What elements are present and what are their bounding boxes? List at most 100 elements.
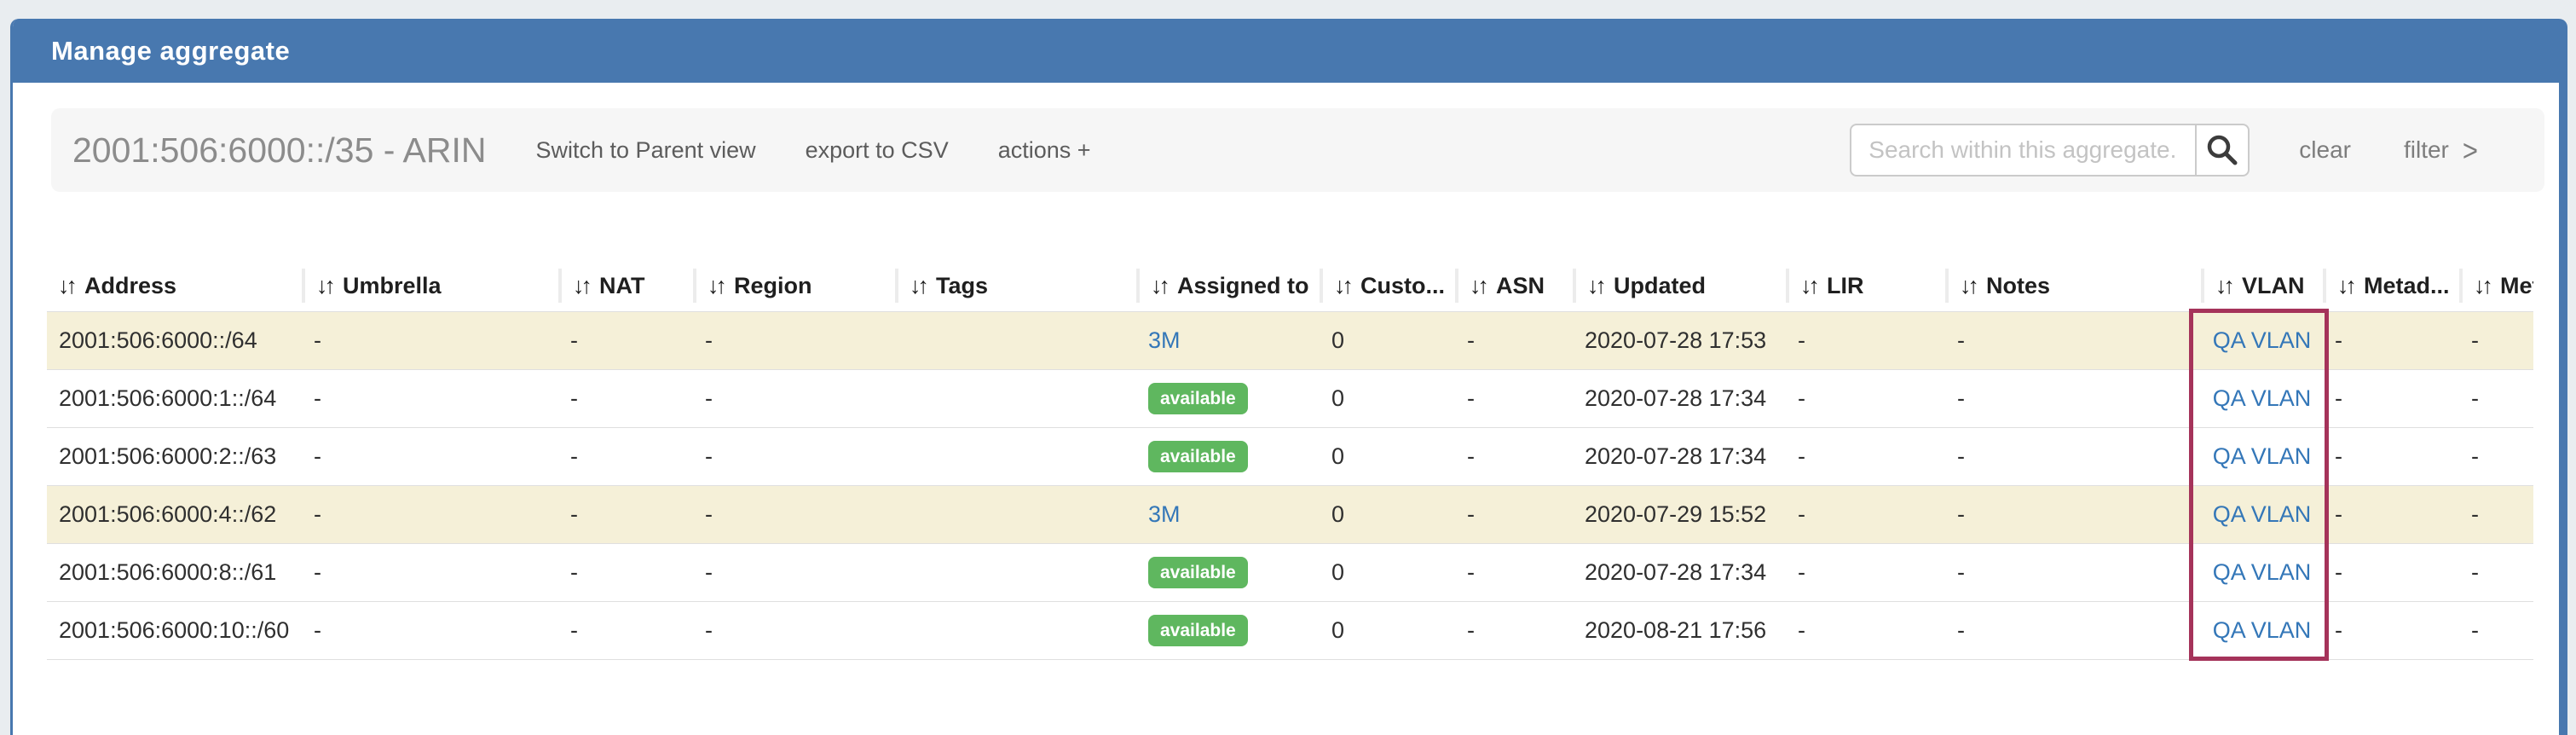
cell-nat: -: [558, 327, 693, 354]
cell-lir: -: [1786, 559, 1945, 586]
table-row-partial: [47, 659, 2533, 694]
aggregate-title: 2001:506:6000::/35 - ARIN: [72, 130, 487, 171]
column-label: Address: [84, 273, 176, 299]
vlan-link[interactable]: QA VLAN: [2213, 617, 2312, 644]
aggregate-toolbar: 2001:506:6000::/35 - ARIN Switch to Pare…: [51, 108, 2544, 192]
vlan-link[interactable]: QA VLAN: [2213, 501, 2312, 528]
cell-lir: -: [1786, 617, 1945, 644]
column-header-address[interactable]: ↓↑Address: [47, 269, 302, 303]
cell-metadata: -: [2323, 327, 2459, 354]
cell-umbrella: -: [302, 443, 558, 470]
cell-umbrella: -: [302, 501, 558, 528]
column-label: Metad...: [2500, 273, 2533, 299]
sort-icon: ↓↑: [1800, 273, 1816, 299]
cell-customer: 0: [1320, 501, 1455, 528]
cell-metadata: -: [2323, 617, 2459, 644]
assigned_to-link[interactable]: 3M: [1148, 327, 1181, 353]
search-group: [1850, 124, 2250, 177]
search-input[interactable]: [1850, 124, 2195, 177]
cell-region: -: [693, 501, 895, 528]
column-header-vlan[interactable]: ↓↑VLAN: [2201, 269, 2323, 303]
table-body: 2001:506:6000::/64---3M0-2020-07-28 17:5…: [47, 311, 2533, 694]
vlan-link[interactable]: QA VLAN: [2213, 443, 2312, 470]
cell-notes: -: [1945, 559, 2201, 586]
vlan-link[interactable]: QA VLAN: [2213, 385, 2312, 412]
manage-aggregate-panel: Manage aggregate 2001:506:6000::/35 - AR…: [10, 19, 2567, 735]
clear-link[interactable]: clear: [2299, 136, 2351, 164]
switch-to-parent-view-link[interactable]: Switch to Parent view: [536, 137, 756, 164]
filter-label: filter: [2404, 136, 2449, 164]
search-button[interactable]: [2195, 124, 2250, 177]
cell-updated: 2020-07-28 17:34: [1573, 559, 1786, 586]
status-badge: available: [1148, 383, 1248, 414]
cell-metadata2: -: [2459, 327, 2533, 354]
cell-assigned_to: available: [1136, 615, 1320, 646]
column-header-metadata[interactable]: ↓↑Metad...: [2323, 269, 2459, 303]
cell-nat: -: [558, 443, 693, 470]
cell-umbrella: -: [302, 385, 558, 412]
cell-asn: -: [1455, 617, 1573, 644]
cell-lir: -: [1786, 443, 1945, 470]
cell-assigned_to: available: [1136, 441, 1320, 472]
cell-region: -: [693, 617, 895, 644]
column-header-lir[interactable]: ↓↑LIR: [1786, 269, 1945, 303]
column-header-region[interactable]: ↓↑Region: [693, 269, 895, 303]
cell-asn: -: [1455, 327, 1573, 354]
column-label: VLAN: [2242, 273, 2305, 299]
export-to-csv-link[interactable]: export to CSV: [806, 137, 949, 164]
assigned_to-link[interactable]: 3M: [1148, 501, 1181, 527]
cell-assigned_to: available: [1136, 557, 1320, 588]
cell-assigned_to: 3M: [1136, 501, 1320, 528]
table-row: 2001:506:6000:8::/61---available0-2020-0…: [47, 543, 2533, 601]
sort-icon: ↓↑: [910, 273, 926, 299]
cell-region: -: [693, 559, 895, 586]
sort-icon: ↓↑: [573, 273, 589, 299]
cell-lir: -: [1786, 327, 1945, 354]
cell-notes: -: [1945, 385, 2201, 412]
vlan-link[interactable]: QA VLAN: [2213, 559, 2312, 586]
sort-icon: ↓↑: [1334, 273, 1350, 299]
cell-vlan: QA VLAN: [2201, 617, 2323, 644]
cell-address: 2001:506:6000::/64: [47, 327, 302, 354]
table-row: 2001:506:6000:1::/64---available0-2020-0…: [47, 369, 2533, 427]
cell-metadata: -: [2323, 385, 2459, 412]
column-label: Umbrella: [343, 273, 442, 299]
actions-menu-link[interactable]: actions +: [998, 137, 1091, 164]
cell-nat: -: [558, 559, 693, 586]
column-header-asn[interactable]: ↓↑ASN: [1455, 269, 1573, 303]
cell-metadata2: -: [2459, 617, 2533, 644]
column-header-updated[interactable]: ↓↑Updated: [1573, 269, 1786, 303]
column-label: NAT: [599, 273, 645, 299]
column-header-nat[interactable]: ↓↑ NAT: [558, 269, 693, 303]
vlan-link[interactable]: QA VLAN: [2213, 327, 2312, 354]
status-badge: available: [1148, 441, 1248, 472]
cell-vlan: QA VLAN: [2201, 385, 2323, 412]
table-row: 2001:506:6000:10::/60---available0-2020-…: [47, 601, 2533, 659]
cell-vlan: QA VLAN: [2201, 443, 2323, 470]
column-header-umbrella[interactable]: ↓↑ Umbrella: [302, 269, 558, 303]
cell-asn: -: [1455, 501, 1573, 528]
page-title: Manage aggregate: [51, 36, 290, 67]
column-header-metadata2[interactable]: ↓↑Metad...: [2459, 269, 2533, 303]
cell-address: 2001:506:6000:1::/64: [47, 385, 302, 412]
column-header-customer[interactable]: ↓↑Custo...: [1320, 269, 1455, 303]
column-label: Metad...: [2364, 273, 2450, 299]
cell-address: 2001:506:6000:8::/61: [47, 559, 302, 586]
column-header-tags[interactable]: ↓↑Tags: [895, 269, 1136, 303]
sort-icon: ↓↑: [316, 273, 332, 299]
cell-asn: -: [1455, 385, 1573, 412]
cell-updated: 2020-08-21 17:56: [1573, 617, 1786, 644]
cell-customer: 0: [1320, 617, 1455, 644]
cell-vlan: QA VLAN: [2201, 327, 2323, 354]
cell-assigned_to: 3M: [1136, 327, 1320, 354]
filter-link[interactable]: filter >: [2404, 136, 2478, 164]
column-header-assigned_to[interactable]: ↓↑Assigned to: [1136, 269, 1320, 303]
column-header-notes[interactable]: ↓↑Notes: [1945, 269, 2201, 303]
cell-metadata2: -: [2459, 385, 2533, 412]
cell-updated: 2020-07-29 15:52: [1573, 501, 1786, 528]
table-row: 2001:506:6000:2::/63---available0-2020-0…: [47, 427, 2533, 485]
cell-metadata: -: [2323, 559, 2459, 586]
cell-metadata2: -: [2459, 443, 2533, 470]
sort-icon: ↓↑: [1151, 273, 1167, 299]
cell-address: 2001:506:6000:10::/60: [47, 617, 302, 644]
